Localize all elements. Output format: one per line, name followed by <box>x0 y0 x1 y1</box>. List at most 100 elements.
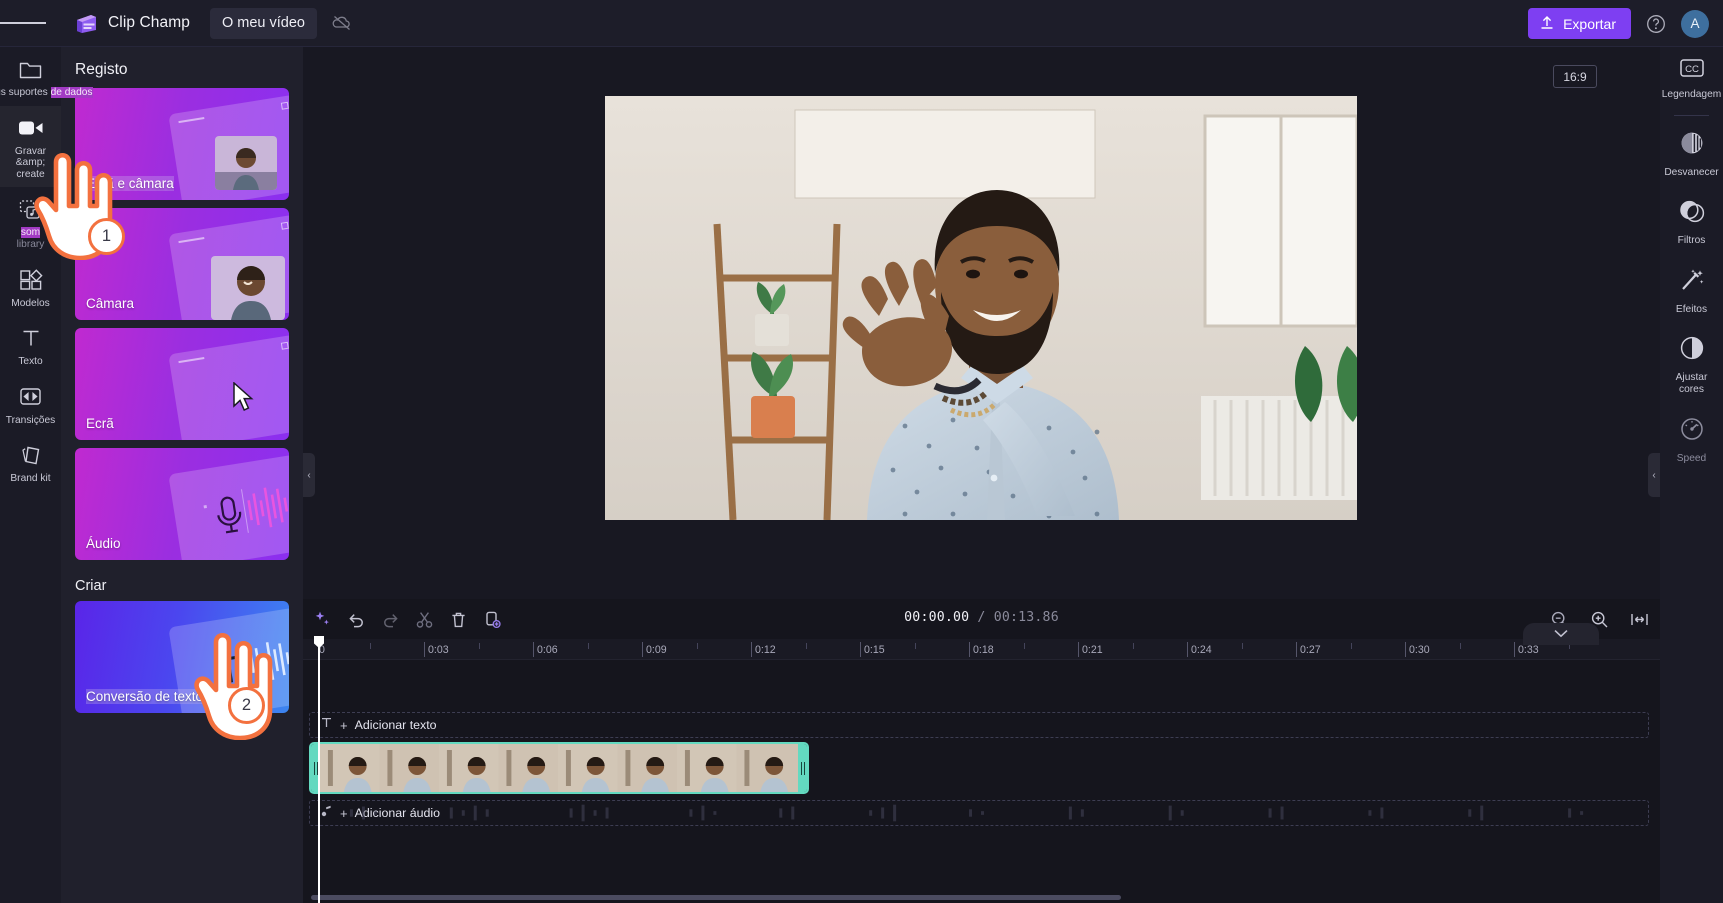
timecode: 00:00.00 / 00:13.86 <box>904 610 1059 625</box>
timeline-horizontal-scrollbar[interactable] <box>311 895 1121 900</box>
tool-speed[interactable]: Speed <box>1660 405 1723 474</box>
hamburger-icon[interactable] <box>0 0 46 47</box>
collapse-left-panel-button[interactable]: ‹ <box>303 453 315 497</box>
project-name-chip[interactable]: O meu vídeo <box>209 7 317 39</box>
track-label: Adicionar texto <box>354 718 437 732</box>
audio-mic-art <box>168 454 289 560</box>
step-badge-1: 1 <box>88 218 125 255</box>
card-label: Câmara <box>86 296 135 311</box>
ruler-minor-tick <box>696 643 698 649</box>
collapse-preview-button[interactable] <box>1523 623 1599 645</box>
step-number: 1 <box>101 227 112 245</box>
audio-waveform-placeholder <box>349 804 1584 822</box>
top-bar: Clip Champ O meu vídeo Exportar A <box>0 0 1723 47</box>
sidebar-item-record-and-create[interactable]: Gravar &amp; create <box>0 105 61 188</box>
project-name-label: O meu vídeo <box>221 15 305 31</box>
timeline-tools <box>309 606 505 632</box>
ruler-minor-tick <box>1132 643 1134 649</box>
redo-button[interactable] <box>377 606 403 632</box>
clip-trim-handle-right[interactable] <box>798 744 807 792</box>
playhead[interactable] <box>314 636 324 903</box>
sidebar-item-templates[interactable]: Modelos <box>0 258 61 317</box>
ruler-minor-tick <box>587 643 589 649</box>
cloud-offline-icon[interactable] <box>331 12 353 34</box>
camera-thumbnail <box>211 256 285 320</box>
sidebar-item-label: Gravar &amp; create <box>14 145 47 180</box>
help-circle-icon[interactable] <box>1645 13 1667 35</box>
sidebar-item-text[interactable]: Texto <box>0 316 61 375</box>
text-icon <box>18 325 44 351</box>
brand-name: Clip Champ <box>108 14 190 31</box>
collapse-right-panel-button[interactable]: ‹ <box>1648 453 1660 497</box>
preview-stage: 16:9 <box>303 47 1659 645</box>
avatar[interactable]: A <box>1681 9 1709 38</box>
sidebar-item-transitions[interactable]: Transições <box>0 375 61 434</box>
timeline-tracks: + Adicionar texto + Adicionar áudio <box>303 660 1660 903</box>
export-button[interactable]: Exportar <box>1528 8 1631 39</box>
aspect-ratio-chip[interactable]: 16:9 <box>1553 65 1597 88</box>
undo-button[interactable] <box>343 606 369 632</box>
screen-and-camera-thumbnail <box>215 136 277 190</box>
transitions-icon <box>18 384 44 410</box>
closed-captions-icon: CC <box>1679 58 1705 83</box>
ruler-label: 0:30 <box>1409 644 1430 656</box>
tool-filters[interactable]: Filtros <box>1660 187 1723 256</box>
fit-timeline-button[interactable] <box>1626 606 1652 632</box>
ruler-label: 0:06 <box>537 644 558 656</box>
card-label: Ecrã <box>86 416 114 431</box>
brand: Clip Champ <box>74 13 190 34</box>
record-screen-and-camera-card[interactable]: Ecrã e câmara <box>75 88 289 200</box>
record-and-create-panel: Registo Ecrã e câmara Câmara Ecrã Áudio … <box>61 47 303 903</box>
sidebar-item-sound-library[interactable]: som library <box>0 187 61 257</box>
filters-icon <box>1679 198 1705 229</box>
screen-art <box>168 334 289 440</box>
record-audio-card[interactable]: Áudio <box>75 448 289 560</box>
export-button-label: Exportar <box>1563 15 1616 32</box>
ruler-minor-tick <box>1459 643 1461 649</box>
avatar-initial: A <box>1690 16 1700 31</box>
speed-gauge-icon <box>1679 416 1705 447</box>
sidebar-item-your-media[interactable]: Os seus suportes de dados <box>0 47 93 106</box>
ruler-minor-tick <box>478 643 480 649</box>
tool-captions[interactable]: CC Legendagem <box>1660 47 1723 110</box>
time-separator: / <box>977 610 986 625</box>
video-camera-icon <box>18 115 44 141</box>
tool-label: Speed <box>1676 452 1707 464</box>
ruler-label: 0:18 <box>973 644 994 656</box>
fade-icon <box>1679 130 1705 161</box>
auto-enhance-button[interactable] <box>309 606 335 632</box>
record-screen-card[interactable]: Ecrã <box>75 328 289 440</box>
video-preview[interactable] <box>605 96 1357 520</box>
clipchamp-logo-icon <box>74 13 99 34</box>
tool-label: Legendagem <box>1661 89 1722 100</box>
ruler-label: 0:33 <box>1518 644 1539 656</box>
ruler-label: 0:24 <box>1191 644 1212 656</box>
ruler-label: 0:12 <box>755 644 776 656</box>
tool-adjust-colors[interactable]: Ajustar cores <box>1660 324 1723 404</box>
ruler-minor-tick <box>805 643 807 649</box>
card-label: Conversão de texto em voz <box>86 689 251 704</box>
timeline-ruler[interactable]: 0 0:03 0:06 0:09 0:12 0:15 0:18 0:21 0:24 0:27 0:3… <box>303 639 1660 660</box>
duplicate-button[interactable] <box>479 606 505 632</box>
upload-icon <box>1540 15 1554 33</box>
right-rail: CC Legendagem Desvanecer Filtros Efeitos <box>1660 47 1723 903</box>
ruler-minor-tick <box>914 643 916 649</box>
total-time: 00:13.86 <box>993 610 1059 625</box>
sidebar-item-label: Texto <box>18 356 43 368</box>
split-button[interactable] <box>411 606 437 632</box>
video-clip[interactable] <box>309 742 809 794</box>
step-badge-2: 2 <box>228 687 265 724</box>
tool-effects[interactable]: Efeitos <box>1660 256 1723 325</box>
ruler-minor-tick <box>369 643 371 649</box>
sound-library-icon <box>18 196 44 222</box>
add-audio-track[interactable]: + Adicionar áudio <box>309 800 1649 826</box>
add-text-track[interactable]: + Adicionar texto <box>309 712 1649 738</box>
card-label: Ecrã e câmara <box>86 176 174 191</box>
chevron-left-icon: ‹ <box>307 469 311 481</box>
clip-thumbnails <box>320 744 798 792</box>
delete-button[interactable] <box>445 606 471 632</box>
sidebar-item-brand-kit[interactable]: Brand kit <box>0 433 61 492</box>
templates-icon <box>18 267 44 293</box>
ruler-minor-tick <box>1241 643 1243 649</box>
tool-fade[interactable]: Desvanecer <box>1660 119 1723 188</box>
